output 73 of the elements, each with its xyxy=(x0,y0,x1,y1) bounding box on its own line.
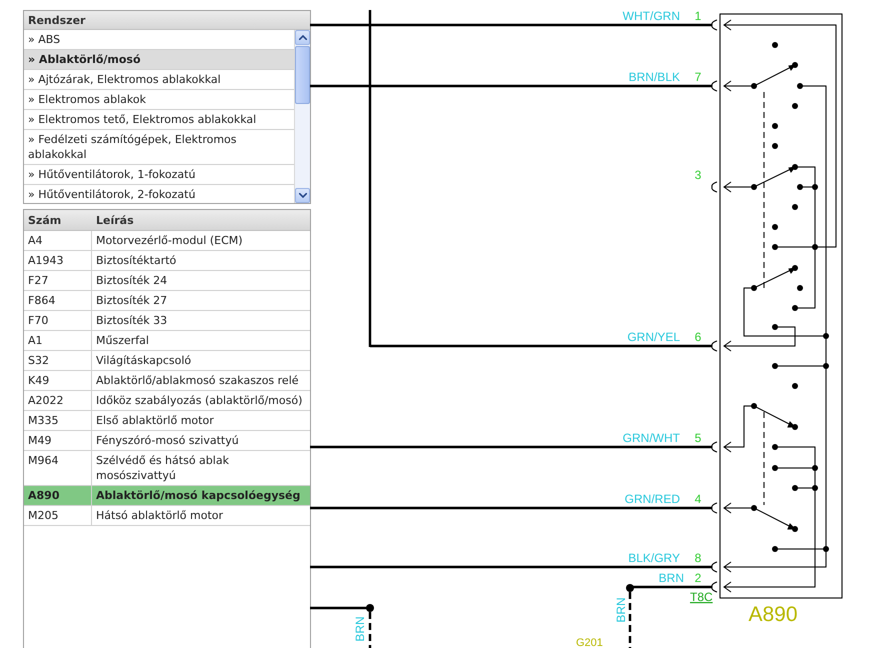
wire-color-label: BRN xyxy=(614,597,628,623)
wire-color-label: GRN/WHT xyxy=(622,431,680,445)
table-row[interactable]: F70 Biztosíték 33 xyxy=(24,311,310,331)
wire-drawing xyxy=(310,604,374,648)
table-row[interactable]: A4 Motorvezérlő-modul (ECM) xyxy=(24,231,310,251)
table-cell-text: Biztosíték 33 xyxy=(95,313,168,329)
table-row[interactable]: K49 Ablaktörlő/ablakmosó szakaszos relé xyxy=(24,371,310,391)
table-row[interactable]: M335 Első ablaktörlő motor xyxy=(24,411,310,431)
scroll-up-button[interactable] xyxy=(295,30,310,45)
table-cell-text: Időköz szabályozás (ablaktörlő/mosó) xyxy=(95,393,304,409)
table-cell: M964 xyxy=(24,451,92,485)
wire-color-label: WHT/GRN xyxy=(622,9,680,23)
table-cell-text: Biztosíték 27 xyxy=(95,293,168,309)
table-cell: F70 xyxy=(24,311,92,330)
table-cell: F864 xyxy=(24,291,92,310)
pin-number: 5 xyxy=(694,431,702,445)
table-cell-text: Fényszóró-mosó szivattyú xyxy=(95,433,240,449)
scroll-thumb[interactable] xyxy=(295,46,310,104)
pin-number: 3 xyxy=(694,168,702,182)
wire-color-label: BRN xyxy=(353,616,367,642)
chevron-up-icon xyxy=(298,35,306,40)
table-cell: S32 xyxy=(24,351,92,370)
table-cell-text: Világításkapcsoló xyxy=(95,353,192,369)
wire-color-label: BLK/GRY xyxy=(628,551,680,565)
wire-color-label: GRN/RED xyxy=(624,492,680,506)
table-cell: A4 xyxy=(24,231,92,250)
wire-color-label: BRN xyxy=(658,571,684,585)
table-cell-text: Műszerfal xyxy=(95,333,150,349)
column-header: Szám xyxy=(27,214,62,226)
table-row[interactable]: F864 Biztosíték 27 xyxy=(24,291,310,311)
table-row[interactable]: F27 Biztosíték 24 xyxy=(24,271,310,291)
table-row[interactable]: A2022 Időköz szabályozás (ablaktörlő/mosó) xyxy=(24,391,310,411)
pin-number: 4 xyxy=(694,492,702,506)
table-cell: A1 xyxy=(24,331,92,350)
table-cell-text: Ablaktörlő/ablakmosó szakaszos relé xyxy=(95,373,300,389)
table-cell-text: Első ablaktörlő motor xyxy=(95,413,215,429)
table-cell-text: Szélvédő és hátsó ablak mosószivattyú xyxy=(95,453,230,484)
pin-number: 7 xyxy=(694,70,702,84)
table-cell: K49 xyxy=(24,371,92,390)
table-cell-text: Motorvezérlő-modul (ECM) xyxy=(95,233,244,249)
list-header: Rendszer xyxy=(24,11,310,30)
table-row[interactable]: S32 Világításkapcsoló xyxy=(24,351,310,371)
table-cell-text: Biztosítéktartó xyxy=(95,253,178,269)
table-row[interactable]: A1943 Biztosítéktartó xyxy=(24,251,310,271)
component-label: A890 xyxy=(748,603,798,626)
table-row[interactable]: A890 Ablaktörlő/mosó kapcsolóegység xyxy=(24,486,310,506)
ground-label: G201 xyxy=(576,637,603,648)
table-cell: F27 xyxy=(24,271,92,290)
pin-number: 6 xyxy=(694,330,702,344)
pin-number: 1 xyxy=(694,9,702,23)
pin-number: 8 xyxy=(694,551,702,565)
wire-drawing xyxy=(626,584,634,648)
column-header: Leírás xyxy=(95,214,135,226)
table-cell-text: Ablaktörlő/mosó kapcsolóegység xyxy=(95,488,302,504)
table-cell: A2022 xyxy=(24,391,92,410)
chevron-down-icon xyxy=(298,193,306,198)
wire-color-label: BRN/BLK xyxy=(628,70,680,84)
table-cell-text: Biztosíték 24 xyxy=(95,273,168,289)
table-cell: A1943 xyxy=(24,251,92,270)
table-cell-text: Hátsó ablaktörlő motor xyxy=(95,508,224,524)
table-cell: M335 xyxy=(24,411,92,430)
table-row[interactable]: A1 Műszerfal xyxy=(24,331,310,351)
table-row[interactable]: M49 Fényszóró-mosó szivattyú xyxy=(24,431,310,451)
scrollbar[interactable] xyxy=(294,30,310,203)
table-row[interactable]: M205 Hátsó ablaktörlő motor xyxy=(24,506,310,526)
table-row[interactable]: M964 Szélvédő és hátsó ablak mosószivattyú xyxy=(24,451,310,486)
table-cell: A890 xyxy=(24,486,92,505)
wire-color-label: GRN/YEL xyxy=(627,330,680,344)
table-cell: M205 xyxy=(24,506,92,525)
pin-number: 2 xyxy=(694,571,702,585)
list-item[interactable]: » Ablaktörlő/mosó xyxy=(24,50,294,70)
table-cell: M49 xyxy=(24,431,92,450)
scroll-down-button[interactable] xyxy=(295,188,310,203)
